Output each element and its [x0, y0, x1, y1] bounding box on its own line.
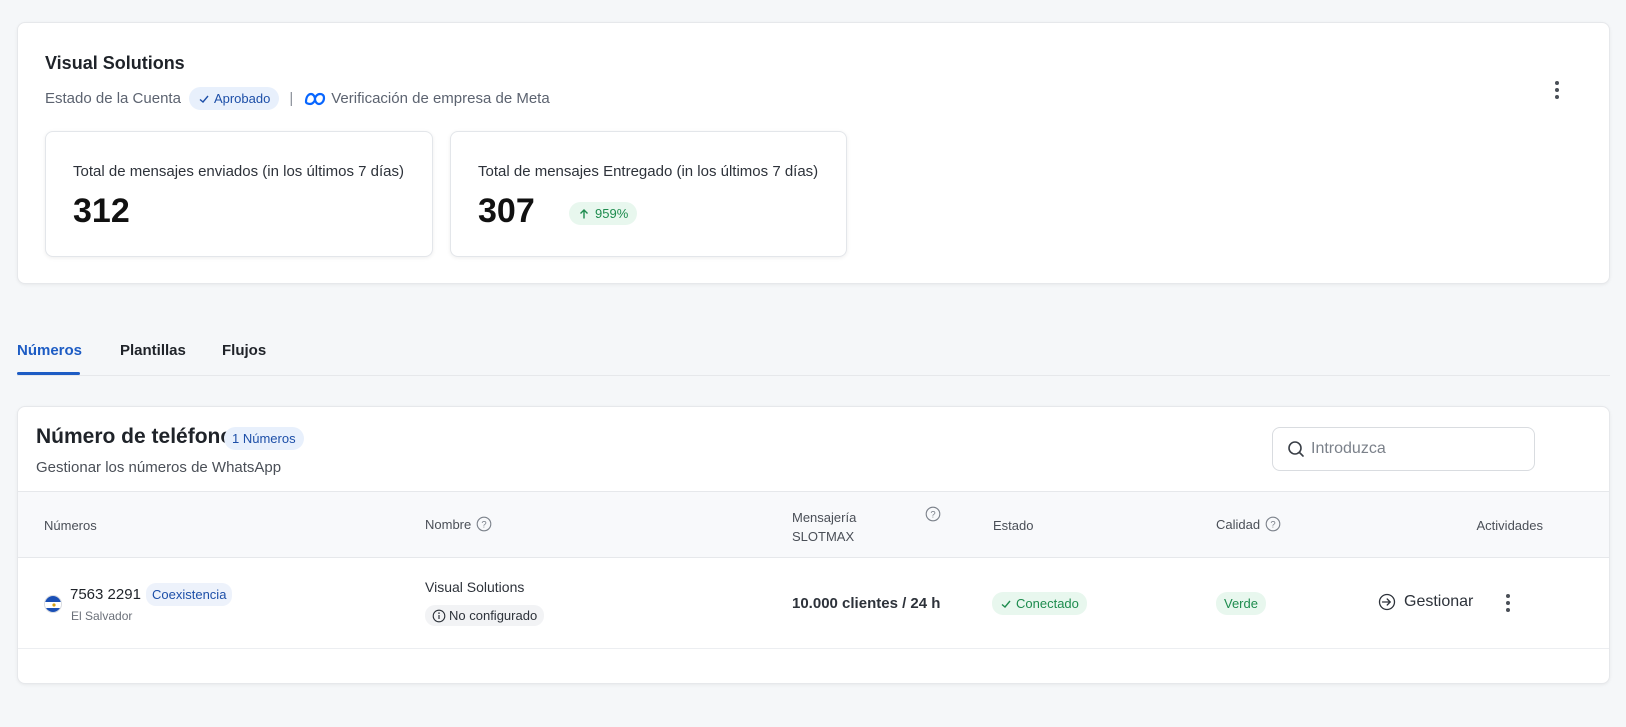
stat-delivered-label: Total de mensajes Entregado (in los últi…	[478, 163, 819, 180]
col-activities-label: Actividades	[1476, 518, 1543, 533]
meta-verification: Verificación de empresa de Meta	[303, 90, 550, 107]
question-circle-icon[interactable]: ?	[925, 506, 941, 522]
check-icon	[199, 95, 209, 103]
display-name: Visual Solutions	[425, 579, 525, 595]
meta-verification-label: Verificación de empresa de Meta	[331, 90, 550, 107]
vertical-dots-icon	[1555, 81, 1559, 85]
manage-button[interactable]: Gestionar	[1378, 593, 1473, 611]
col-header-status: Estado	[993, 518, 1033, 533]
search-icon	[1288, 441, 1304, 457]
trend-badge: 959%	[569, 202, 638, 225]
question-circle-icon[interactable]: ?	[476, 516, 492, 532]
account-status-label: Estado de la Cuenta	[45, 90, 181, 107]
arrow-up-icon	[580, 208, 588, 218]
account-name: Visual Solutions	[45, 53, 185, 73]
stat-sent-value: 312	[73, 192, 130, 230]
col-header-activities: Actividades	[1477, 518, 1543, 533]
col-status-label: Estado	[993, 518, 1034, 533]
el-salvador-flag-icon	[44, 595, 62, 613]
vertical-dots-icon	[1506, 594, 1510, 598]
col-numbers-label: Números	[44, 518, 97, 533]
col-name-label: Nombre	[425, 516, 472, 532]
table-header: Números Nombre ? Mensajería SLOTMAX ? Es…	[18, 491, 1609, 558]
stat-card-sent: Total de mensajes enviados (in los últim…	[45, 131, 433, 257]
svg-text:?: ?	[482, 519, 487, 530]
col-messaging-label-1: Mensajería	[792, 510, 857, 525]
row-more-button[interactable]	[1496, 591, 1520, 615]
phone-numbers-card: Número de teléfono 1 Números Gestionar l…	[17, 406, 1610, 684]
col-header-messaging: Mensajería SLOTMAX ?	[792, 506, 941, 546]
phone-section-subtitle: Gestionar los números de WhatsApp	[36, 459, 282, 476]
separator: |	[289, 90, 294, 107]
question-circle-icon[interactable]: ?	[1265, 516, 1281, 532]
tab-bar: Números Plantillas Flujos	[17, 336, 1610, 376]
connected-badge: Conectado	[992, 592, 1087, 615]
coexistence-badge: Coexistencia	[146, 583, 233, 606]
col-header-numbers: Números	[44, 518, 97, 533]
account-card: Visual Solutions Estado de la Cuenta Apr…	[17, 22, 1610, 284]
phone-country: El Salvador	[71, 609, 133, 623]
stat-delivered-value: 307	[478, 192, 535, 230]
tab-numeros[interactable]: Números	[17, 342, 82, 371]
not-configured-label: No configurado	[449, 608, 538, 623]
trend-value: 959%	[595, 206, 629, 221]
approved-badge-label: Aprobado	[213, 91, 271, 106]
approved-badge: Aprobado	[188, 87, 280, 110]
table-row: 7563 2291 El Salvador Coexistencia Visua…	[18, 558, 1609, 649]
col-quality-label: Calidad	[1216, 516, 1261, 532]
stat-card-delivered: Total de mensajes Entregado (in los últi…	[450, 131, 847, 257]
tab-plantillas[interactable]: Plantillas	[120, 342, 186, 371]
manage-label: Gestionar	[1404, 593, 1474, 610]
check-icon	[1001, 600, 1011, 608]
not-configured-badge: No configurado	[425, 605, 545, 626]
col-header-quality: Calidad ?	[1216, 516, 1281, 532]
account-status-row: Estado de la Cuenta Aprobado | Verificac…	[45, 87, 550, 110]
quality-badge: Verde	[1216, 592, 1266, 615]
info-circle-icon	[432, 609, 446, 622]
phone-number: 7563 2291	[70, 586, 141, 603]
svg-text:?: ?	[1270, 519, 1275, 530]
search-box	[1272, 427, 1535, 471]
connected-label: Conectado	[1016, 596, 1079, 611]
account-more-button[interactable]	[1545, 78, 1569, 102]
stat-sent-label: Total de mensajes enviados (in los últim…	[73, 163, 404, 180]
svg-text:?: ?	[931, 509, 936, 520]
active-tab-indicator	[17, 372, 80, 375]
phone-section-title: Número de teléfono	[36, 425, 234, 448]
col-header-name: Nombre ?	[425, 516, 492, 532]
sign-in-icon	[1378, 593, 1396, 611]
search-input[interactable]	[1311, 440, 1531, 458]
tab-flujos[interactable]: Flujos	[222, 342, 266, 371]
meta-logo-icon	[305, 92, 326, 105]
col-messaging-label-2: SLOTMAX	[792, 529, 855, 544]
numbers-count-badge: 1 Números	[224, 427, 304, 450]
messaging-limit: 10.000 clientes / 24 h	[792, 595, 941, 612]
